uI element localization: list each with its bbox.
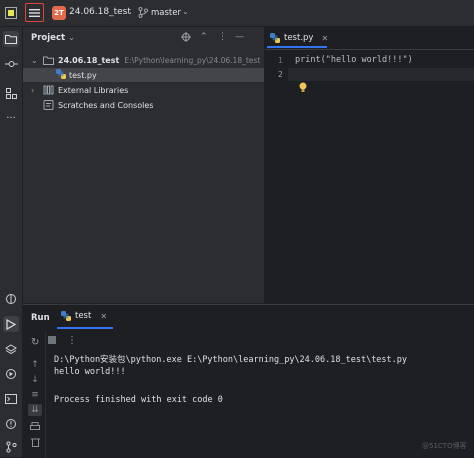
trash-icon[interactable] xyxy=(28,436,42,448)
run-side-toolbar: ↑ ↓ ≡ ⇊ xyxy=(23,332,46,458)
scroll-to-end-icon[interactable]: ⇊ xyxy=(28,404,42,416)
editor-tab-bar: test.py ✕ xyxy=(265,27,474,50)
hide-panel-icon[interactable]: — xyxy=(235,32,244,42)
console-line: D:\Python安装包\python.exe E:\Python\learni… xyxy=(54,355,408,365)
structure-icon[interactable] xyxy=(3,85,19,101)
terminal-icon[interactable] xyxy=(3,391,19,407)
library-icon xyxy=(43,85,54,95)
tool-window-strip: ··· xyxy=(0,27,23,457)
watermark: @51CTO博客 xyxy=(422,442,467,450)
project-panel-title[interactable]: Project ⌄ xyxy=(31,33,75,43)
git-icon[interactable] xyxy=(3,439,19,455)
print-icon[interactable] xyxy=(28,420,42,432)
tree-item-path: E:\Python\learning_py\24.06.18_test xyxy=(124,55,261,65)
tree-item-test-py[interactable]: test.py xyxy=(23,68,264,82)
console-line: hello world!!! xyxy=(54,367,126,377)
branch-name[interactable]: master xyxy=(151,8,181,18)
chevron-down-icon[interactable]: ⌄ xyxy=(126,7,133,16)
main-menu-button[interactable] xyxy=(25,3,44,22)
folder-icon xyxy=(43,56,54,65)
close-icon[interactable]: ✕ xyxy=(321,34,328,43)
run-panel: Run test ✕ ↻ ⋮ ↑ ↓ ≡ ⇊ D:\Python安装包\pyth… xyxy=(23,304,474,458)
app-logo-icon xyxy=(5,7,17,19)
tree-item-label: test.py xyxy=(69,70,97,80)
run-tab-test[interactable]: test ✕ xyxy=(61,311,107,321)
python-file-icon xyxy=(56,69,66,81)
branch-glyph-icon xyxy=(138,7,148,18)
project-badge[interactable]: 2T xyxy=(52,6,66,20)
project-panel-label: Project xyxy=(31,33,66,43)
line-number: 2 xyxy=(278,70,283,79)
scroll-up-icon[interactable]: ↑ xyxy=(28,359,42,371)
more-tools-icon[interactable]: ··· xyxy=(3,110,19,126)
scratches-icon xyxy=(43,100,54,110)
layers-icon[interactable] xyxy=(3,341,19,357)
run-panel-title: Run xyxy=(31,313,50,323)
tree-item-label: 24.06.18_test xyxy=(58,55,120,65)
services-icon[interactable] xyxy=(3,366,19,382)
active-tab-indicator xyxy=(57,327,113,329)
hamburger-icon xyxy=(29,8,40,17)
tree-item-scratches[interactable]: Scratches and Consoles xyxy=(23,98,264,112)
python-file-icon xyxy=(270,33,280,43)
title-bar: 2T 24.06.18_test ⌄ master ⌄ xyxy=(0,0,474,27)
tree-item-external-libraries[interactable]: › External Libraries xyxy=(23,83,264,97)
locate-icon[interactable] xyxy=(181,32,191,45)
run-tool-icon[interactable] xyxy=(3,316,19,332)
more-options-icon[interactable]: ⋮ xyxy=(67,335,77,346)
tree-item-label: Scratches and Consoles xyxy=(58,100,154,110)
python-file-icon xyxy=(61,311,71,321)
commit-icon[interactable] xyxy=(3,56,19,72)
chevron-right-icon[interactable]: › xyxy=(31,86,41,95)
editor-area: test.py ✕ 1 2 print("hello world!!!") xyxy=(265,27,474,303)
chevron-down-icon[interactable]: ⌄ xyxy=(31,56,41,65)
chevron-down-icon[interactable]: ⌄ xyxy=(182,7,189,16)
run-tab-label: test xyxy=(75,311,92,321)
tree-item-project-root[interactable]: ⌄ 24.06.18_test E:\Python\learning_py\24… xyxy=(23,53,264,67)
current-line-highlight xyxy=(288,68,474,81)
console-line: Process finished with exit code 0 xyxy=(54,395,223,405)
lightbulb-icon[interactable] xyxy=(299,82,307,96)
close-icon[interactable]: ✕ xyxy=(100,312,107,321)
tree-item-label: External Libraries xyxy=(58,85,129,95)
code-line[interactable]: print("hello world!!!") xyxy=(295,55,413,65)
project-panel: Project ⌄ ⌃ ⋮ — ⌄ 24.06.18_test E:\Pytho… xyxy=(23,27,264,303)
python-packages-icon[interactable] xyxy=(3,291,19,307)
more-options-icon[interactable]: ⋮ xyxy=(218,32,227,42)
problems-icon[interactable] xyxy=(3,416,19,432)
project-folder-icon[interactable] xyxy=(3,31,19,47)
stop-icon[interactable] xyxy=(48,336,56,344)
scroll-down-icon[interactable]: ↓ xyxy=(28,374,42,386)
chevron-down-icon[interactable]: ⌄ xyxy=(68,33,75,43)
project-name[interactable]: 24.06.18_test xyxy=(69,7,131,17)
soft-wrap-icon[interactable]: ≡ xyxy=(28,389,42,401)
git-branch-icon[interactable] xyxy=(138,7,148,21)
active-tab-indicator xyxy=(267,46,327,48)
line-number: 1 xyxy=(278,56,283,65)
expand-all-icon[interactable]: ⌃ xyxy=(200,32,208,42)
tab-label: test.py xyxy=(284,33,314,43)
